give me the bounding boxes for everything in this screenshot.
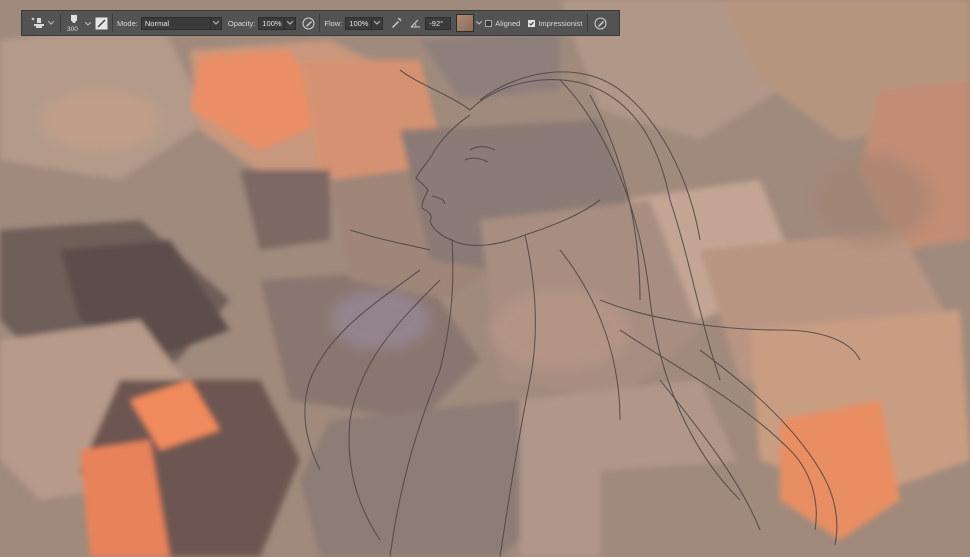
impressionist-check-box [528,19,536,27]
clone-source-picker[interactable] [456,11,484,35]
chevron-down-icon [372,16,384,30]
brush-settings-button[interactable] [95,11,108,35]
brush-size-value: 300 [67,26,78,33]
opacity-value: 100% [258,16,286,30]
chevron-down-icon [83,18,93,30]
brush-tip-icon [69,14,79,24]
chevron-down-icon [46,17,56,29]
opacity-field[interactable]: 100% [258,11,297,35]
mode-value: Normal [140,16,211,30]
aligned-check-box [485,19,493,27]
flow-value: 100% [345,16,373,30]
options-bar: 300 Mode: Normal Opacity: 100% Flow: 100… [21,10,620,36]
opacity-label: Opacity: [227,18,256,28]
brush-preset-picker[interactable]: 300 [65,11,91,35]
mode-label: Mode: [117,18,138,28]
mode-select[interactable]: Normal [140,11,222,35]
aligned-checkbox[interactable]: Aligned [485,11,520,35]
source-swatch [456,14,475,32]
impressionist-checkbox[interactable]: Impressionist [528,11,583,35]
angle-icon [410,18,421,28]
flow-label: Flow: [324,18,343,28]
brush-panel-icon [95,17,108,30]
pressure-opacity-button[interactable] [302,11,315,35]
divider [319,14,321,32]
divider [586,14,588,32]
divider [112,14,113,32]
angle-value: -92° [425,16,452,30]
airbrush-icon [389,17,402,30]
chevron-down-icon [474,17,484,29]
aligned-label: Aligned [495,18,521,28]
airbrush-button[interactable] [389,11,402,35]
pen-pressure-icon [302,17,315,30]
art-history-brush-icon [30,16,46,30]
impressionist-label: Impressionist [538,18,583,28]
divider [60,14,61,32]
pen-pressure-size-icon [594,17,607,30]
chevron-down-icon [210,16,222,30]
painting-canvas[interactable] [0,0,970,557]
tool-preset-picker[interactable] [22,11,56,35]
pressure-size-button[interactable] [594,11,607,35]
flow-field[interactable]: 100% [345,11,384,35]
chevron-down-icon [285,16,297,30]
brush-angle-control[interactable]: -92° [410,11,452,35]
